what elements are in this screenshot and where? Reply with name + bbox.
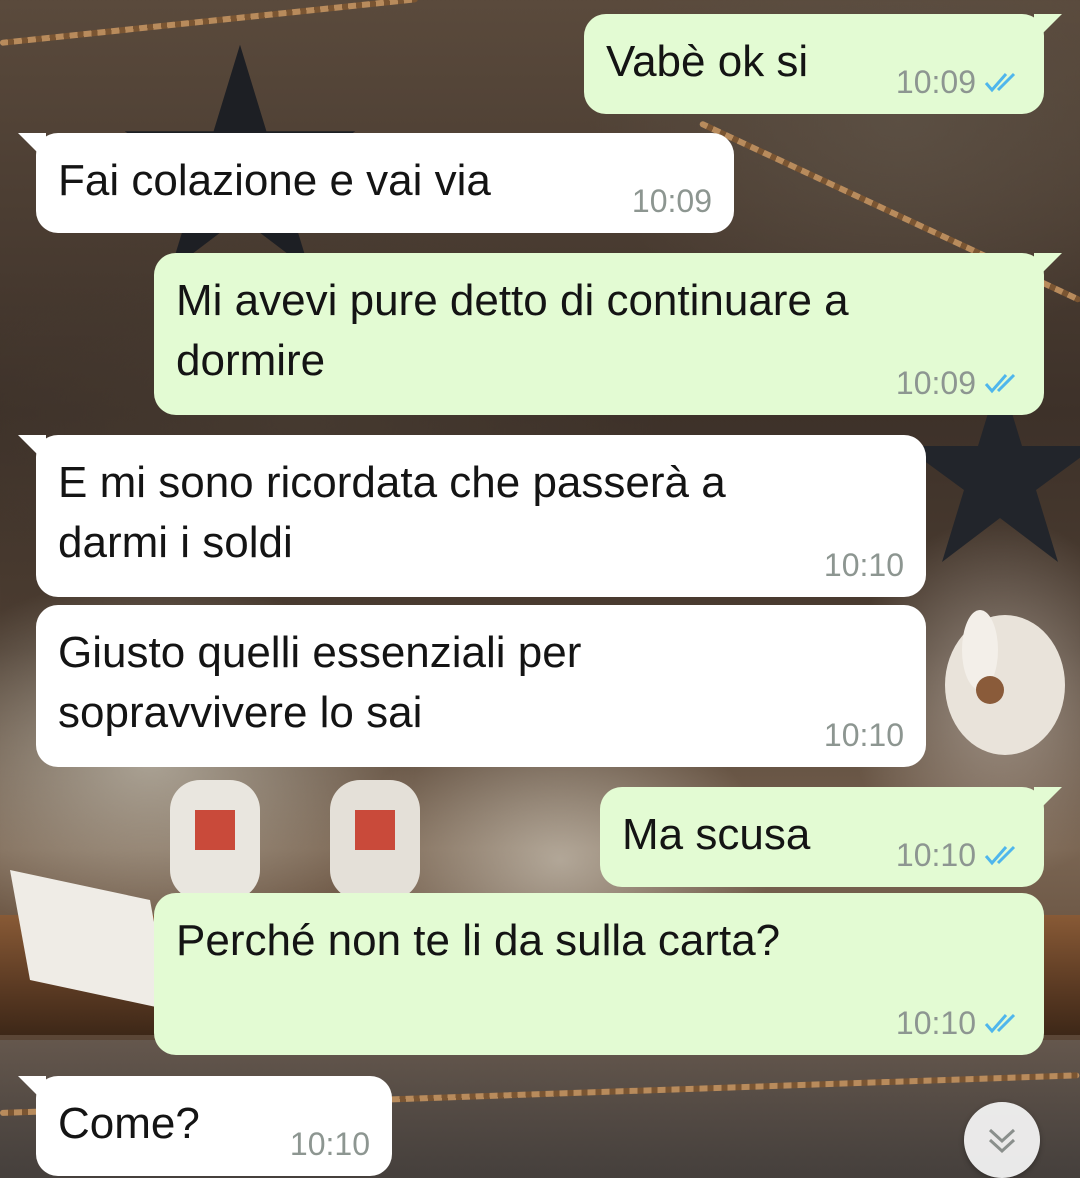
wallpaper-tag <box>10 870 170 1010</box>
message-time: 10:10 <box>895 837 976 873</box>
message-meta: 10:10 <box>290 1126 370 1162</box>
message-bubble-incoming[interactable]: E mi sono ricordata che passerà a darmi … <box>18 435 926 597</box>
message-meta: 10:10 <box>824 547 904 583</box>
message-time: 10:09 <box>895 365 976 401</box>
message-time: 10:09 <box>631 183 712 219</box>
message-meta: 10:10 <box>896 837 1022 873</box>
message-text: E mi sono ricordata che passerà a darmi … <box>58 458 726 567</box>
bubble-tail <box>18 1076 46 1104</box>
message-text: Giusto quelli essenziali per sopravviver… <box>58 628 582 737</box>
wallpaper-ornament <box>170 780 420 900</box>
message-text: Perché non te li da sulla carta? <box>176 916 781 965</box>
bubble-tail <box>1034 253 1062 281</box>
message-bubble-incoming[interactable]: Giusto quelli essenziali per sopravviver… <box>36 605 926 767</box>
double-check-icon <box>984 373 1016 394</box>
message-meta: 10:09 <box>896 365 1022 401</box>
message-bubble-incoming[interactable]: Come? 10:10 <box>18 1076 392 1176</box>
message-meta: 10:10 <box>896 1005 1022 1041</box>
message-bubble-incoming[interactable]: Fai colazione e vai via 10:09 <box>18 133 734 233</box>
message-time: 10:10 <box>895 1005 976 1041</box>
bubble-tail <box>18 133 46 161</box>
double-chevron-down-icon <box>988 1128 1016 1154</box>
double-check-icon <box>984 1013 1016 1034</box>
message-meta: 10:10 <box>824 717 904 753</box>
message-time: 10:10 <box>289 1126 370 1162</box>
message-meta: 10:09 <box>896 64 1022 100</box>
message-text: Mi avevi pure detto di continuare a dorm… <box>176 276 849 385</box>
bubble-tail <box>18 435 46 463</box>
scroll-to-bottom-button[interactable] <box>964 1102 1040 1178</box>
double-check-icon <box>984 845 1016 866</box>
message-bubble-outgoing[interactable]: Ma scusa 10:10 <box>600 787 1062 887</box>
wallpaper-ornament <box>945 610 1065 755</box>
message-bubble-outgoing[interactable]: Vabè ok si 10:09 <box>584 14 1062 114</box>
message-bubble-outgoing[interactable]: Mi avevi pure detto di continuare a dorm… <box>154 253 1062 415</box>
bubble-tail <box>1034 14 1062 42</box>
message-meta: 10:09 <box>632 183 712 219</box>
message-time: 10:10 <box>823 547 904 583</box>
message-time: 10:09 <box>895 64 976 100</box>
message-text: Fai colazione e vai via <box>58 156 491 205</box>
bubble-tail <box>1034 787 1062 815</box>
message-time: 10:10 <box>823 717 904 753</box>
double-check-icon <box>984 72 1016 93</box>
message-bubble-outgoing[interactable]: Perché non te li da sulla carta? 10:10 <box>154 893 1044 1055</box>
